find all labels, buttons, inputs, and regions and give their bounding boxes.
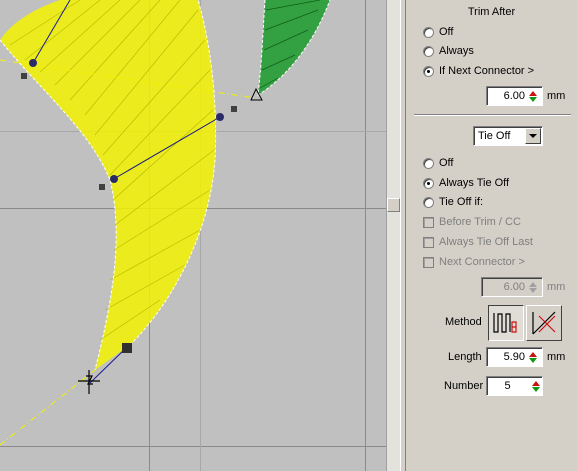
radio-circle[interactable] (423, 65, 434, 77)
tie-off-always-radio[interactable]: Always Tie Off (423, 175, 509, 191)
tie-off-method-2-button[interactable] (526, 305, 562, 341)
checkbox-label: Before Trim / CC (439, 216, 521, 228)
length-label: Length (448, 351, 482, 363)
number-stepper[interactable]: 5 (486, 376, 543, 396)
radio-circle[interactable] (423, 45, 434, 57)
design-canvas[interactable] (0, 0, 386, 471)
method-label: Method (445, 316, 482, 328)
trim-after-off-radio[interactable]: Off (423, 24, 453, 40)
trim-distance-unit: mm (547, 90, 566, 102)
tie-off-method-2-icon (532, 311, 556, 335)
trim-after-title: Trim After (467, 6, 516, 18)
tie-off-distance-field[interactable]: 6.00 (481, 277, 543, 297)
radio-circle[interactable] (423, 196, 434, 208)
spin-arrows-icon[interactable] (527, 349, 539, 365)
spin-arrows-icon[interactable] (527, 88, 539, 104)
trim-distance-value: 6.00 (503, 90, 525, 102)
checkbox-label: Next Connector > (439, 256, 525, 268)
scrollbar-thumb[interactable] (387, 198, 400, 212)
chevron-down-icon[interactable] (525, 128, 541, 144)
tie-off-if-radio[interactable]: Tie Off if: (423, 194, 483, 210)
spin-arrows-icon[interactable] (530, 378, 542, 394)
checkbox-label: Always Tie Off Last (439, 236, 533, 248)
radio-label: Off (439, 26, 454, 38)
trim-after-if-next-connector-radio[interactable]: If Next Connector > (423, 63, 534, 79)
tie-off-distance-unit: mm (547, 281, 566, 293)
radio-label: Always (439, 45, 474, 57)
stitch-design (0, 0, 386, 471)
trim-distance-field[interactable]: 6.00 (486, 86, 543, 106)
trim-after-always-radio[interactable]: Always (423, 43, 474, 59)
checkbox-box[interactable] (423, 216, 434, 228)
always-tie-off-last-checkbox[interactable]: Always Tie Off Last (423, 234, 533, 250)
start-crosshair-icon (78, 370, 100, 394)
tie-off-method-1-icon (493, 313, 517, 333)
section-divider (414, 114, 571, 116)
tie-off-distance-value: 6.00 (503, 281, 525, 293)
radio-circle[interactable] (423, 177, 434, 189)
length-unit: mm (547, 351, 566, 363)
properties-panel: Trim After Off Always If Next Connector … (406, 0, 577, 471)
tie-off-distance-stepper[interactable]: 6.00 mm (481, 277, 565, 297)
length-field[interactable]: 5.90 (486, 347, 543, 367)
tie-off-dropdown-value: Tie Off (478, 130, 511, 142)
radio-label: If Next Connector > (439, 65, 535, 77)
canvas-vertical-scrollbar[interactable] (386, 0, 400, 471)
length-stepper[interactable]: 5.90 mm (486, 347, 565, 367)
radio-circle[interactable] (423, 26, 434, 38)
radio-circle[interactable] (423, 157, 434, 169)
length-value: 5.90 (503, 351, 525, 363)
tie-off-off-radio[interactable]: Off (423, 155, 453, 171)
number-value: 5 (504, 380, 511, 392)
number-field[interactable]: 5 (486, 376, 543, 396)
checkbox-box[interactable] (423, 236, 434, 248)
before-trim-checkbox[interactable]: Before Trim / CC (423, 214, 521, 230)
number-label: Number (444, 380, 484, 392)
radio-label: Always Tie Off (439, 177, 510, 189)
tie-off-method-1-button[interactable] (488, 305, 524, 341)
spin-arrows-icon[interactable] (527, 279, 539, 295)
radio-label: Off (439, 157, 454, 169)
radio-label: Tie Off if: (439, 196, 484, 208)
trim-distance-stepper[interactable]: 6.00 mm (486, 86, 565, 106)
checkbox-box[interactable] (423, 256, 434, 268)
next-connector-checkbox[interactable]: Next Connector > (423, 254, 525, 270)
tie-off-dropdown[interactable]: Tie Off (473, 126, 543, 146)
